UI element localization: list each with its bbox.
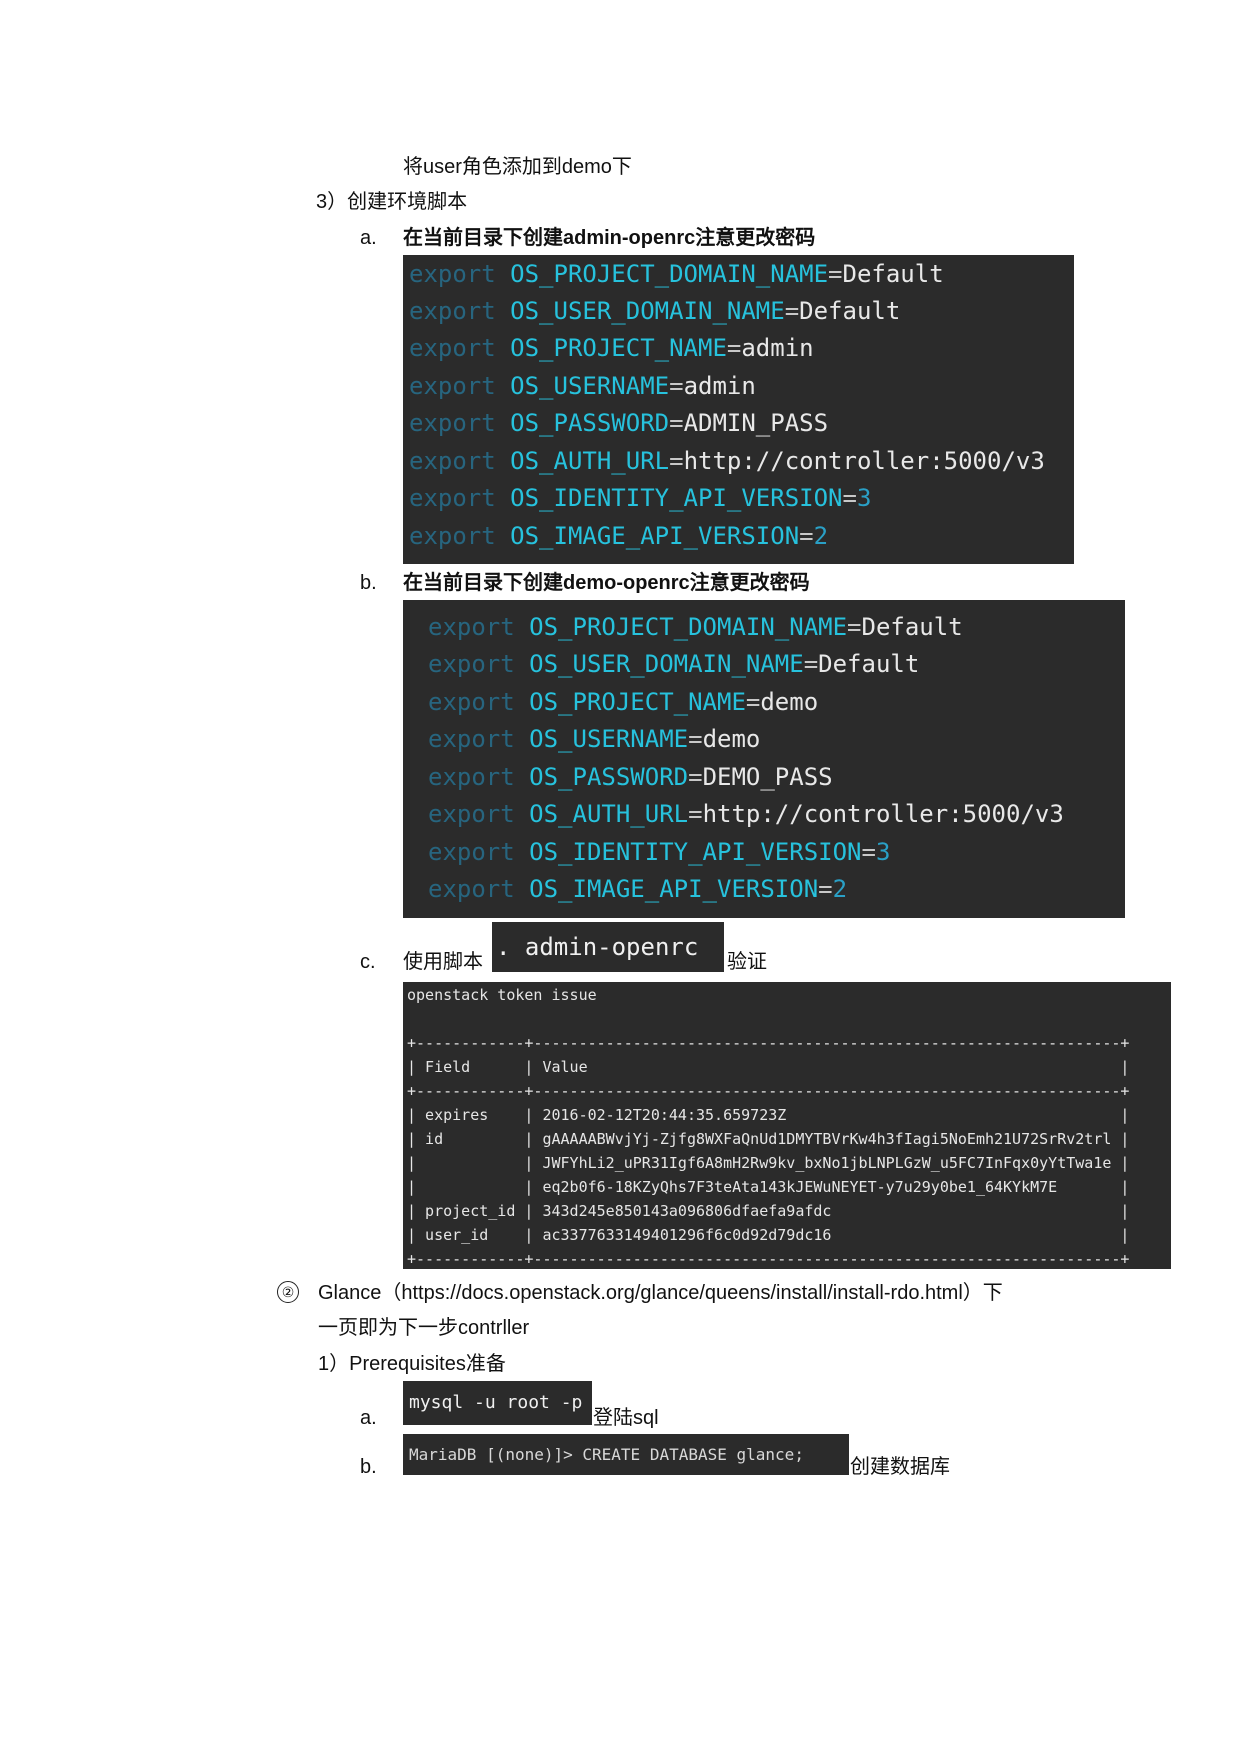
code-line: export OS_IDENTITY_API_VERSION=3 <box>428 838 891 866</box>
item-a-text: 在当前目录下创建admin-openrc注意更改密码 <box>403 227 816 249</box>
item-c-marker: c. <box>360 951 376 973</box>
code-line: export OS_AUTH_URL=http://controller:500… <box>428 800 1064 828</box>
item-c-suffix: 验证 <box>727 951 767 973</box>
glance-line1: Glance（https://docs.openstack.org/glance… <box>318 1282 1003 1304</box>
terminal-line: +------------+--------------------------… <box>407 1034 1130 1052</box>
terminal-line: | id | gAAAAABWvjYj-Zjfg8WXFaQnUd1DMYTBV… <box>407 1130 1130 1148</box>
glance-item-a-marker: a. <box>360 1407 377 1429</box>
terminal-line: | expires | 2016-02-12T20:44:35.659723Z … <box>407 1106 1130 1124</box>
code-line: export OS_AUTH_URL=http://controller:500… <box>409 447 1045 475</box>
terminal-line: openstack token issue <box>407 986 597 1004</box>
terminal-line: | project_id | 343d245e850143a096806dfae… <box>407 1202 1130 1220</box>
code-line: export OS_PROJECT_NAME=demo <box>428 688 819 716</box>
item-a-marker: a. <box>360 227 377 249</box>
section-number-2-icon: ② <box>277 1281 299 1303</box>
step-user-role-text: 将user角色添加到demo下 <box>403 156 632 178</box>
step3-title: 3）创建环境脚本 <box>316 191 468 213</box>
mysql-login-command-chip: mysql -u root -p <box>403 1381 592 1425</box>
terminal-line: | | eq2b0f6-18KZyQhs7F3teAta143kJEWuNEYE… <box>407 1178 1130 1196</box>
code-line: export OS_IMAGE_API_VERSION=2 <box>409 522 829 550</box>
code-line: export OS_PROJECT_NAME=admin <box>409 334 814 362</box>
item-b-marker: b. <box>360 572 377 594</box>
prereq-title: 1）Prerequisites准备 <box>318 1353 506 1375</box>
terminal-line: +------------+--------------------------… <box>407 1082 1130 1100</box>
code-line: export OS_PROJECT_DOMAIN_NAME=Default <box>428 613 963 641</box>
code-line: export OS_IMAGE_API_VERSION=2 <box>428 875 848 903</box>
create-database-command-chip: MariaDB [(none)]> CREATE DATABASE glance… <box>403 1434 849 1475</box>
code-line: export OS_USERNAME=admin <box>409 372 756 400</box>
code-line: export OS_USER_DOMAIN_NAME=Default <box>428 650 920 678</box>
code-line: export OS_USER_DOMAIN_NAME=Default <box>409 297 901 325</box>
admin-openrc-command-chip: . admin-openrc <box>492 922 724 972</box>
code-line: export OS_PASSWORD=ADMIN_PASS <box>409 409 829 437</box>
terminal-line: +------------+--------------------------… <box>407 1250 1130 1268</box>
code-line: export OS_PASSWORD=DEMO_PASS <box>428 763 833 791</box>
code-line: export OS_USERNAME=demo <box>428 725 761 753</box>
terminal-line: | user_id | ac3377633149401296f6c0d92d79… <box>407 1226 1130 1244</box>
item-c-prefix: 使用脚本 <box>403 951 483 973</box>
glance-item-b-suffix: 创建数据库 <box>850 1456 950 1478</box>
item-b-text: 在当前目录下创建demo-openrc注意更改密码 <box>403 572 810 594</box>
terminal-line: | | JWFYhLi2_uPR31Igf6A8mH2Rw9kv_bxNo1jb… <box>407 1154 1130 1172</box>
terminal-line: | Field | Value | <box>407 1058 1130 1076</box>
demo-openrc-code-block: export OS_PROJECT_DOMAIN_NAME=Default ex… <box>403 600 1125 918</box>
token-issue-terminal: openstack token issue +------------+----… <box>403 982 1171 1269</box>
admin-openrc-code-block: export OS_PROJECT_DOMAIN_NAME=Default ex… <box>403 255 1074 564</box>
glance-line2: 一页即为下一步contrller <box>318 1317 530 1339</box>
glance-item-a-suffix: 登陆sql <box>593 1407 659 1429</box>
code-line: export OS_PROJECT_DOMAIN_NAME=Default <box>409 260 944 288</box>
code-line: export OS_IDENTITY_API_VERSION=3 <box>409 484 872 512</box>
glance-item-b-marker: b. <box>360 1456 377 1478</box>
